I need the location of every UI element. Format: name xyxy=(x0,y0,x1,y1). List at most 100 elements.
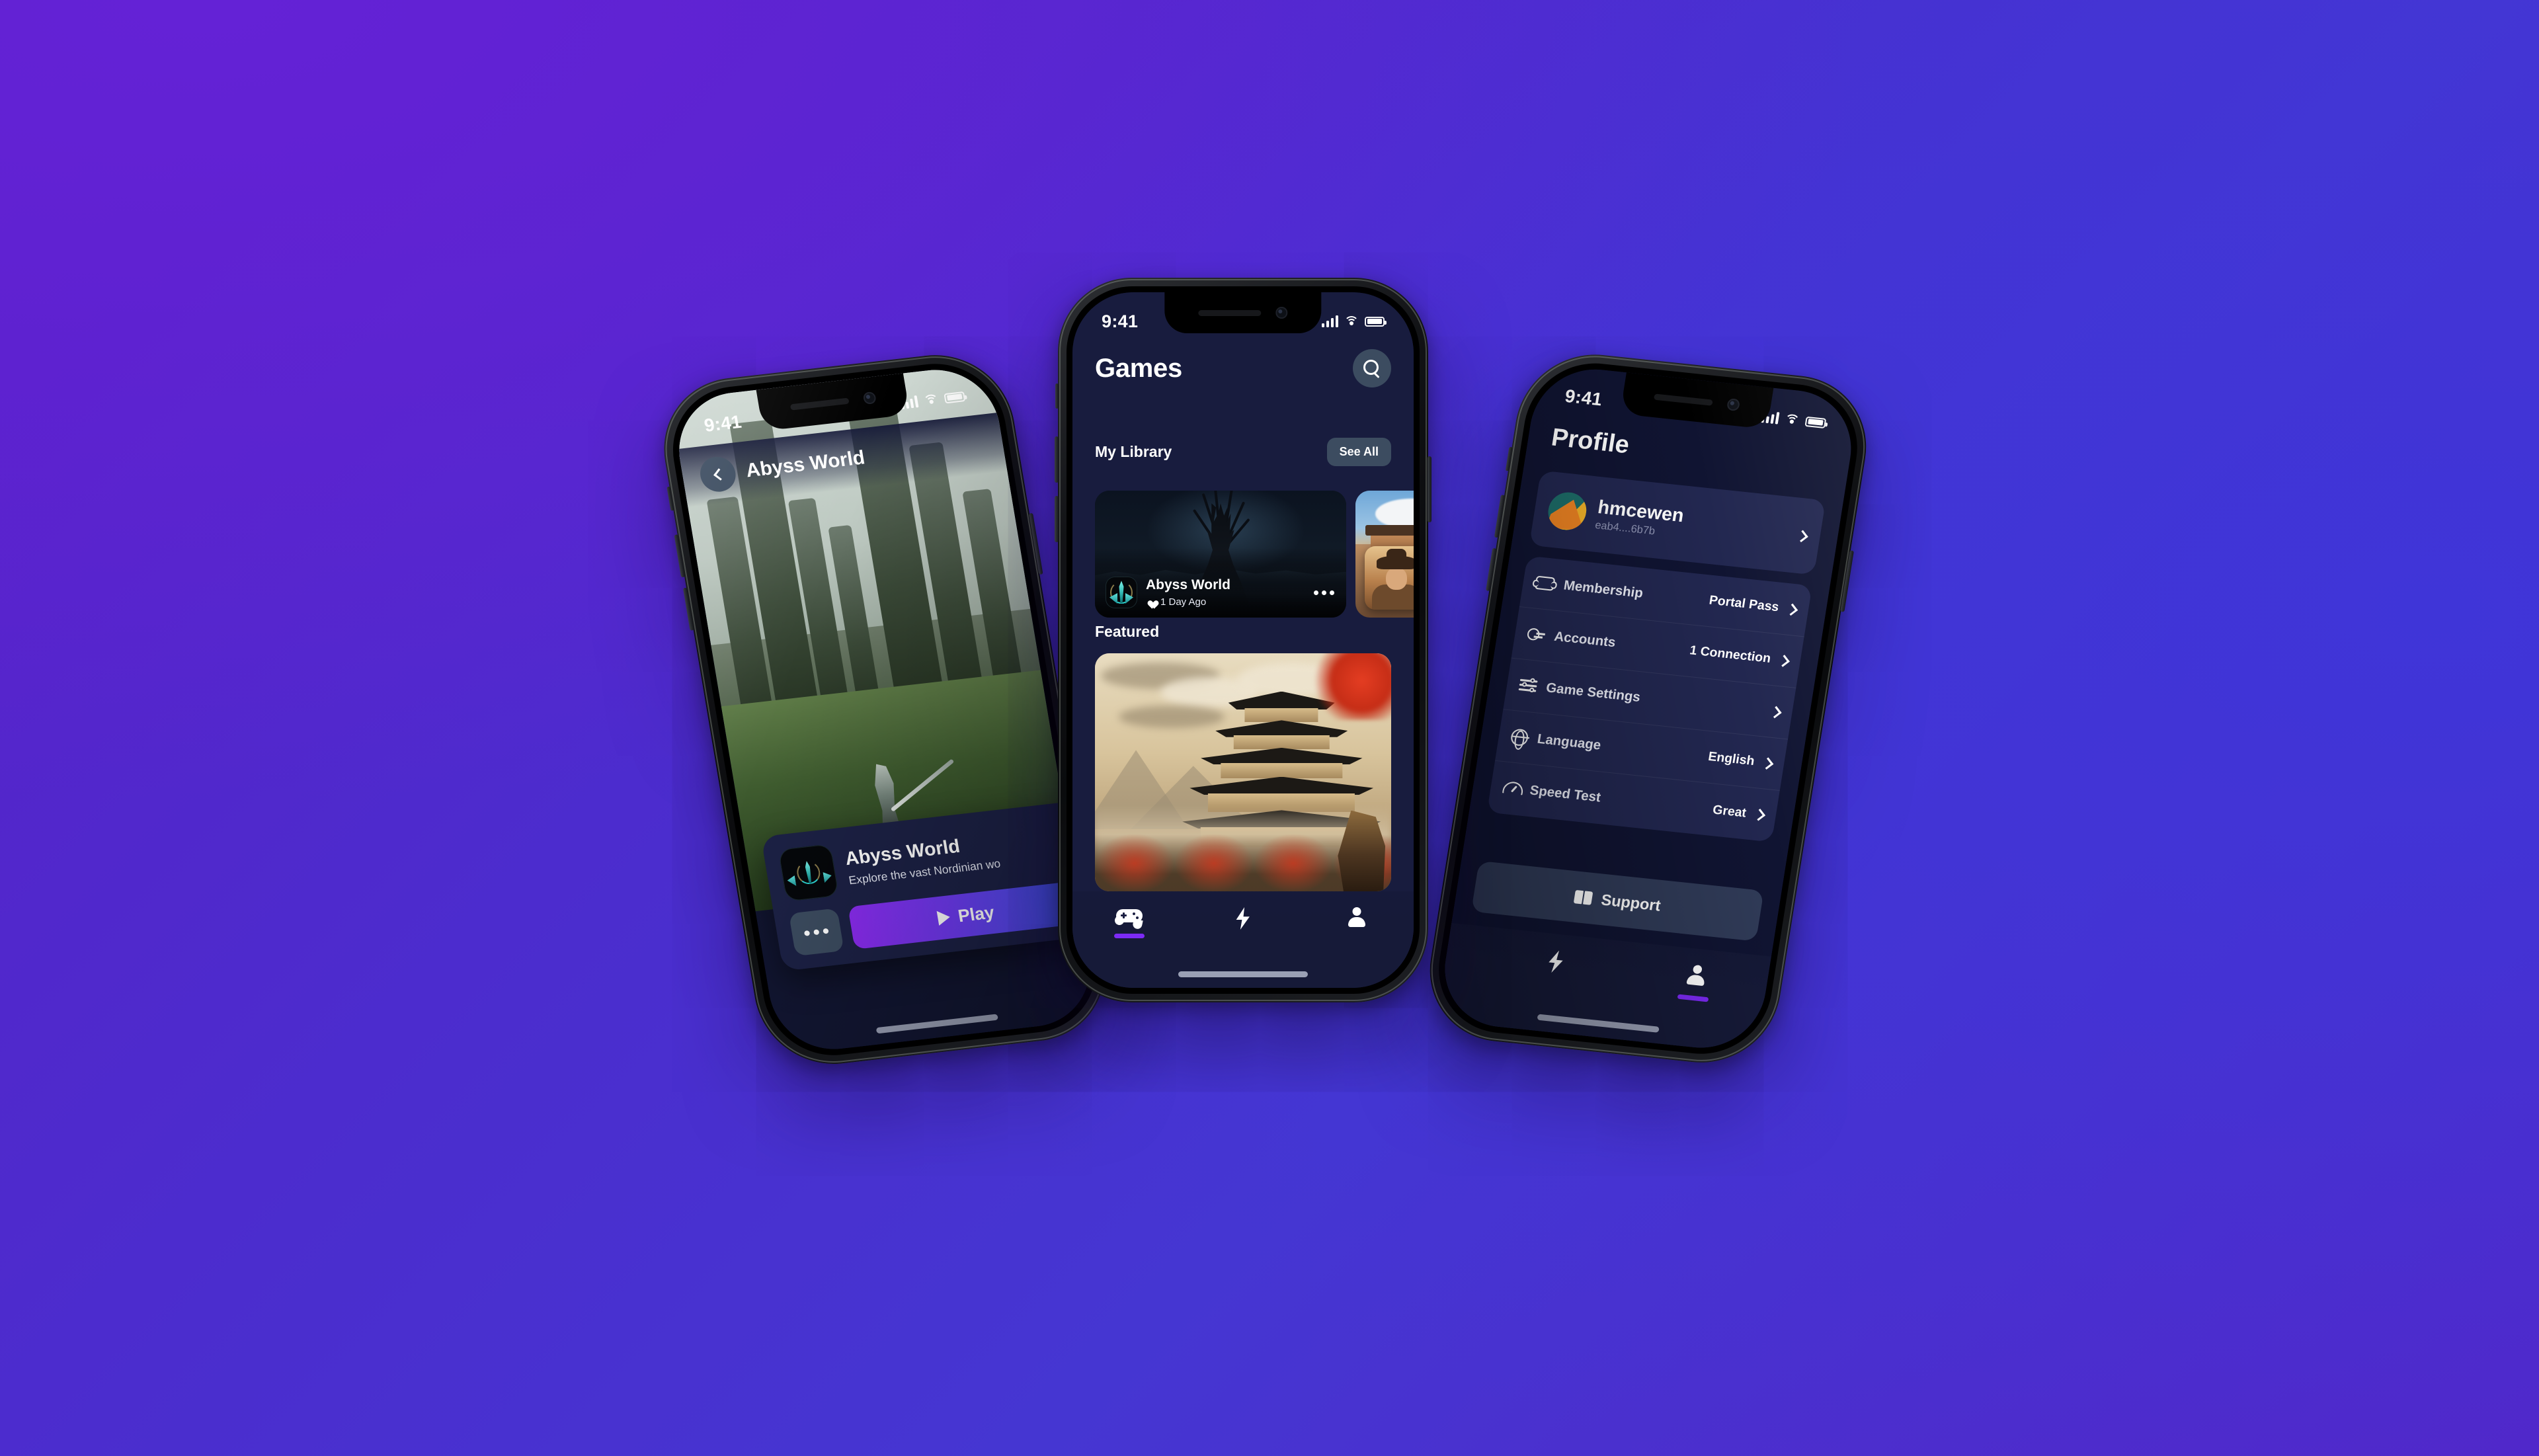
settings-value-group: Great xyxy=(1712,803,1766,823)
phone-screen: Profile hmcewen eab4....6b7b Membership … xyxy=(1436,363,1860,1054)
profile-app: Profile hmcewen eab4....6b7b Membership … xyxy=(1436,363,1860,1054)
chevron-right-icon xyxy=(1753,808,1766,821)
settings-label: Game Settings xyxy=(1545,680,1642,705)
game-detail-app: Abyss World Abyss World Explore the vast… xyxy=(670,363,1100,1056)
chevron-right-icon xyxy=(1769,706,1782,718)
settings-value: 1 Connection xyxy=(1688,643,1772,666)
volume-down-button[interactable] xyxy=(682,587,694,631)
tab-indicator xyxy=(1537,981,1568,989)
phone-bezel: Profile hmcewen eab4....6b7b Membership … xyxy=(1429,356,1867,1061)
chevron-right-icon xyxy=(1777,654,1790,667)
phone-bezel: Games My Library See All Abyss World 1 D… xyxy=(1067,286,1420,994)
status-indicators xyxy=(900,390,966,410)
artwork-maple-tree xyxy=(1308,653,1391,720)
tab-profile[interactable] xyxy=(1322,907,1391,942)
volume-up-button[interactable] xyxy=(1494,495,1506,538)
pagoda-roof xyxy=(1189,776,1374,795)
games-header: Games xyxy=(1072,349,1414,387)
phone-bezel: Abyss World Abyss World Explore the vast… xyxy=(663,356,1106,1063)
home-indicator[interactable] xyxy=(875,1014,998,1034)
icon-wing-left xyxy=(787,875,797,887)
tab-indicator xyxy=(1342,938,1372,942)
featured-header: Featured xyxy=(1072,623,1414,641)
game-app-icon xyxy=(1106,577,1137,608)
phone-screen: Games My Library See All Abyss World 1 D… xyxy=(1072,292,1414,988)
phone-games: Games My Library See All Abyss World 1 D… xyxy=(1055,278,1431,1002)
power-button[interactable] xyxy=(1028,512,1043,575)
tab-indicator xyxy=(1677,994,1709,1002)
pagoda-body xyxy=(1244,708,1318,722)
settings-value-group: 1 Connection xyxy=(1688,643,1790,668)
my-library-header: My Library See All xyxy=(1072,438,1414,466)
featured-card[interactable] xyxy=(1095,653,1391,891)
heart-icon xyxy=(1146,597,1156,606)
user-card[interactable]: hmcewen eab4....6b7b xyxy=(1529,470,1826,575)
volume-down-button[interactable] xyxy=(1055,496,1059,542)
support-button-label: Support xyxy=(1599,890,1662,914)
tab-activity[interactable] xyxy=(1517,947,1592,991)
bottom-tab-bar xyxy=(1436,922,1771,1054)
ellipsis-icon xyxy=(803,930,811,936)
tab-activity[interactable] xyxy=(1209,907,1277,944)
search-button[interactable] xyxy=(1353,349,1391,387)
section-title-my-library: My Library xyxy=(1095,443,1172,460)
wifi-icon xyxy=(1783,413,1800,430)
front-camera xyxy=(1275,307,1288,319)
card-more-button[interactable] xyxy=(1312,585,1336,600)
avatar xyxy=(1545,490,1590,532)
ellipsis-icon xyxy=(823,928,829,934)
volume-down-button[interactable] xyxy=(1486,547,1497,591)
settings-label: Language xyxy=(1536,731,1602,753)
library-card-subtitle: 1 Day Ago xyxy=(1146,596,1230,608)
home-indicator[interactable] xyxy=(1178,971,1309,977)
library-carousel[interactable]: Abyss World 1 Day Ago xyxy=(1095,491,1414,618)
back-button[interactable] xyxy=(698,455,739,494)
earpiece-speaker xyxy=(1198,309,1262,316)
book-icon xyxy=(1574,890,1593,905)
earpiece-speaker xyxy=(1653,393,1714,406)
pagoda-roof xyxy=(1201,747,1363,765)
earpiece-speaker xyxy=(789,397,850,411)
ticket-icon xyxy=(1534,575,1556,591)
more-options-button[interactable] xyxy=(788,908,844,957)
library-card-western[interactable] xyxy=(1355,491,1414,618)
see-all-button[interactable]: See All xyxy=(1326,438,1391,466)
play-button[interactable]: Play xyxy=(848,881,1084,950)
front-camera xyxy=(862,391,877,405)
play-icon xyxy=(936,909,951,926)
game-app-icon xyxy=(1365,546,1414,610)
mute-switch[interactable] xyxy=(666,486,674,511)
artwork-roof xyxy=(1365,524,1414,536)
settings-value-group xyxy=(1761,706,1782,718)
globe-icon xyxy=(1510,727,1529,747)
tab-games[interactable] xyxy=(1095,907,1164,938)
library-card-text: Abyss World 1 Day Ago xyxy=(1146,577,1230,607)
ellipsis-icon xyxy=(1314,590,1318,595)
section-title-featured: Featured xyxy=(1095,623,1160,640)
settings-label: Accounts xyxy=(1553,628,1617,650)
chevron-left-icon xyxy=(713,467,726,481)
tab-profile[interactable] xyxy=(1658,961,1733,1004)
pagoda-roof xyxy=(1215,720,1348,737)
bolt-icon xyxy=(1545,950,1566,974)
sliders-icon xyxy=(1518,677,1538,695)
status-time: 9:41 xyxy=(1102,311,1139,331)
tab-indicator xyxy=(1228,939,1258,944)
notch xyxy=(1164,292,1322,333)
ellipsis-icon xyxy=(1322,590,1326,595)
settings-list: Membership Portal Pass Accounts 1 Connec… xyxy=(1486,555,1812,842)
volume-up-button[interactable] xyxy=(1055,436,1059,483)
volume-up-button[interactable] xyxy=(674,534,686,578)
power-button[interactable] xyxy=(1840,550,1854,612)
library-card-abyss-world[interactable]: Abyss World 1 Day Ago xyxy=(1095,491,1346,618)
settings-label: Speed Test xyxy=(1529,783,1602,805)
mute-switch[interactable] xyxy=(1055,384,1059,409)
gamepad-icon xyxy=(1116,907,1143,924)
settings-value: English xyxy=(1707,749,1755,769)
mute-switch[interactable] xyxy=(1505,446,1513,471)
ellipsis-icon xyxy=(813,929,820,936)
settings-value-group: English xyxy=(1707,749,1774,771)
phone-game-detail: Abyss World Abyss World Explore the vast… xyxy=(653,346,1117,1072)
games-app: Games My Library See All Abyss World 1 D… xyxy=(1072,292,1414,988)
power-button[interactable] xyxy=(1428,456,1431,522)
